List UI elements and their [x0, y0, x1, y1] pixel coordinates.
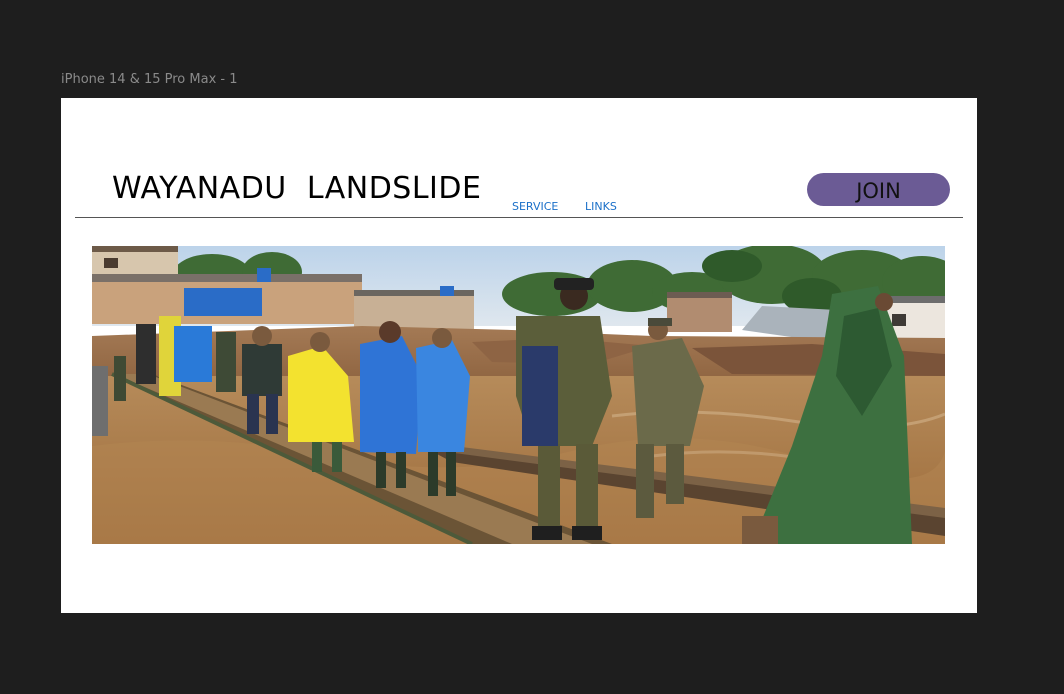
join-button[interactable]: JOIN — [807, 173, 950, 206]
site-title: WAYANADU LANDSLIDE — [112, 171, 482, 206]
nav-link-service[interactable]: SERVICE — [512, 200, 558, 214]
nav-link-links[interactable]: LINKS — [585, 200, 617, 214]
header-divider — [75, 217, 963, 218]
frame-label: iPhone 14 & 15 Pro Max - 1 — [61, 72, 238, 87]
hero-photo-illustration — [92, 246, 945, 544]
artboard-frame: WAYANADU LANDSLIDE SERVICE LINKS JOIN — [61, 98, 977, 613]
hero-image — [92, 246, 945, 544]
